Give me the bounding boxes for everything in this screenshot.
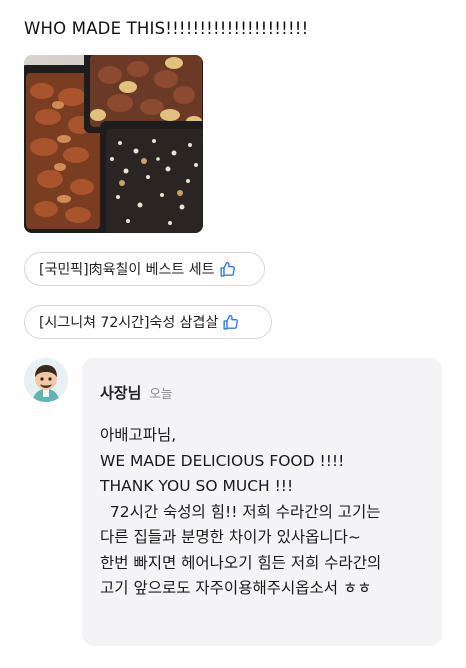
menu-tag-prefix: [시그니쳐 72시간]: [39, 315, 150, 331]
review-photo[interactable]: [24, 55, 203, 233]
thumbs-up-icon: [222, 314, 239, 331]
reply-author: 사장님: [100, 384, 142, 402]
menu-tag-signature-pork[interactable]: [시그니쳐 72시간] 숙성 삼겹살: [24, 305, 272, 339]
review-text: WHO MADE THIS!!!!!!!!!!!!!!!!!!!!!: [24, 19, 309, 38]
owner-reply: 사장님 오늘 아배고파님, WE MADE DELICIOUS FOOD !!!…: [82, 358, 442, 646]
reply-date: 오늘: [149, 386, 173, 401]
reply-text: 아배고파님, WE MADE DELICIOUS FOOD !!!! THANK…: [100, 423, 428, 602]
reply-line: 아배고파님,: [100, 426, 177, 444]
menu-tag-best-set[interactable]: [국민픽] 肉육칠이 베스트 세트: [24, 252, 265, 286]
reply-line: 고기 앞으로도 자주이용해주시옵소서 ㅎㅎ: [100, 579, 372, 597]
reply-line: THANK YOU SO MUCH !!!: [100, 477, 294, 495]
reply-line: 72시간 숙성의 힘!! 저희 수라간의 고기는: [100, 502, 381, 521]
reply-line: WE MADE DELICIOUS FOOD !!!!: [100, 451, 345, 470]
reply-line: 다른 집들과 분명한 차이가 있사옵니다~: [100, 528, 361, 546]
owner-avatar[interactable]: [24, 358, 68, 402]
menu-tag-prefix: [국민픽]: [39, 262, 89, 278]
reply-line: 한번 빠지면 헤어나오기 힘든 저희 수라간의: [100, 553, 382, 572]
thumbs-up-icon: [219, 261, 236, 278]
menu-tag-name: 숙성 삼겹살: [149, 315, 219, 331]
menu-tag-name: 肉육칠이 베스트 세트: [88, 262, 215, 278]
